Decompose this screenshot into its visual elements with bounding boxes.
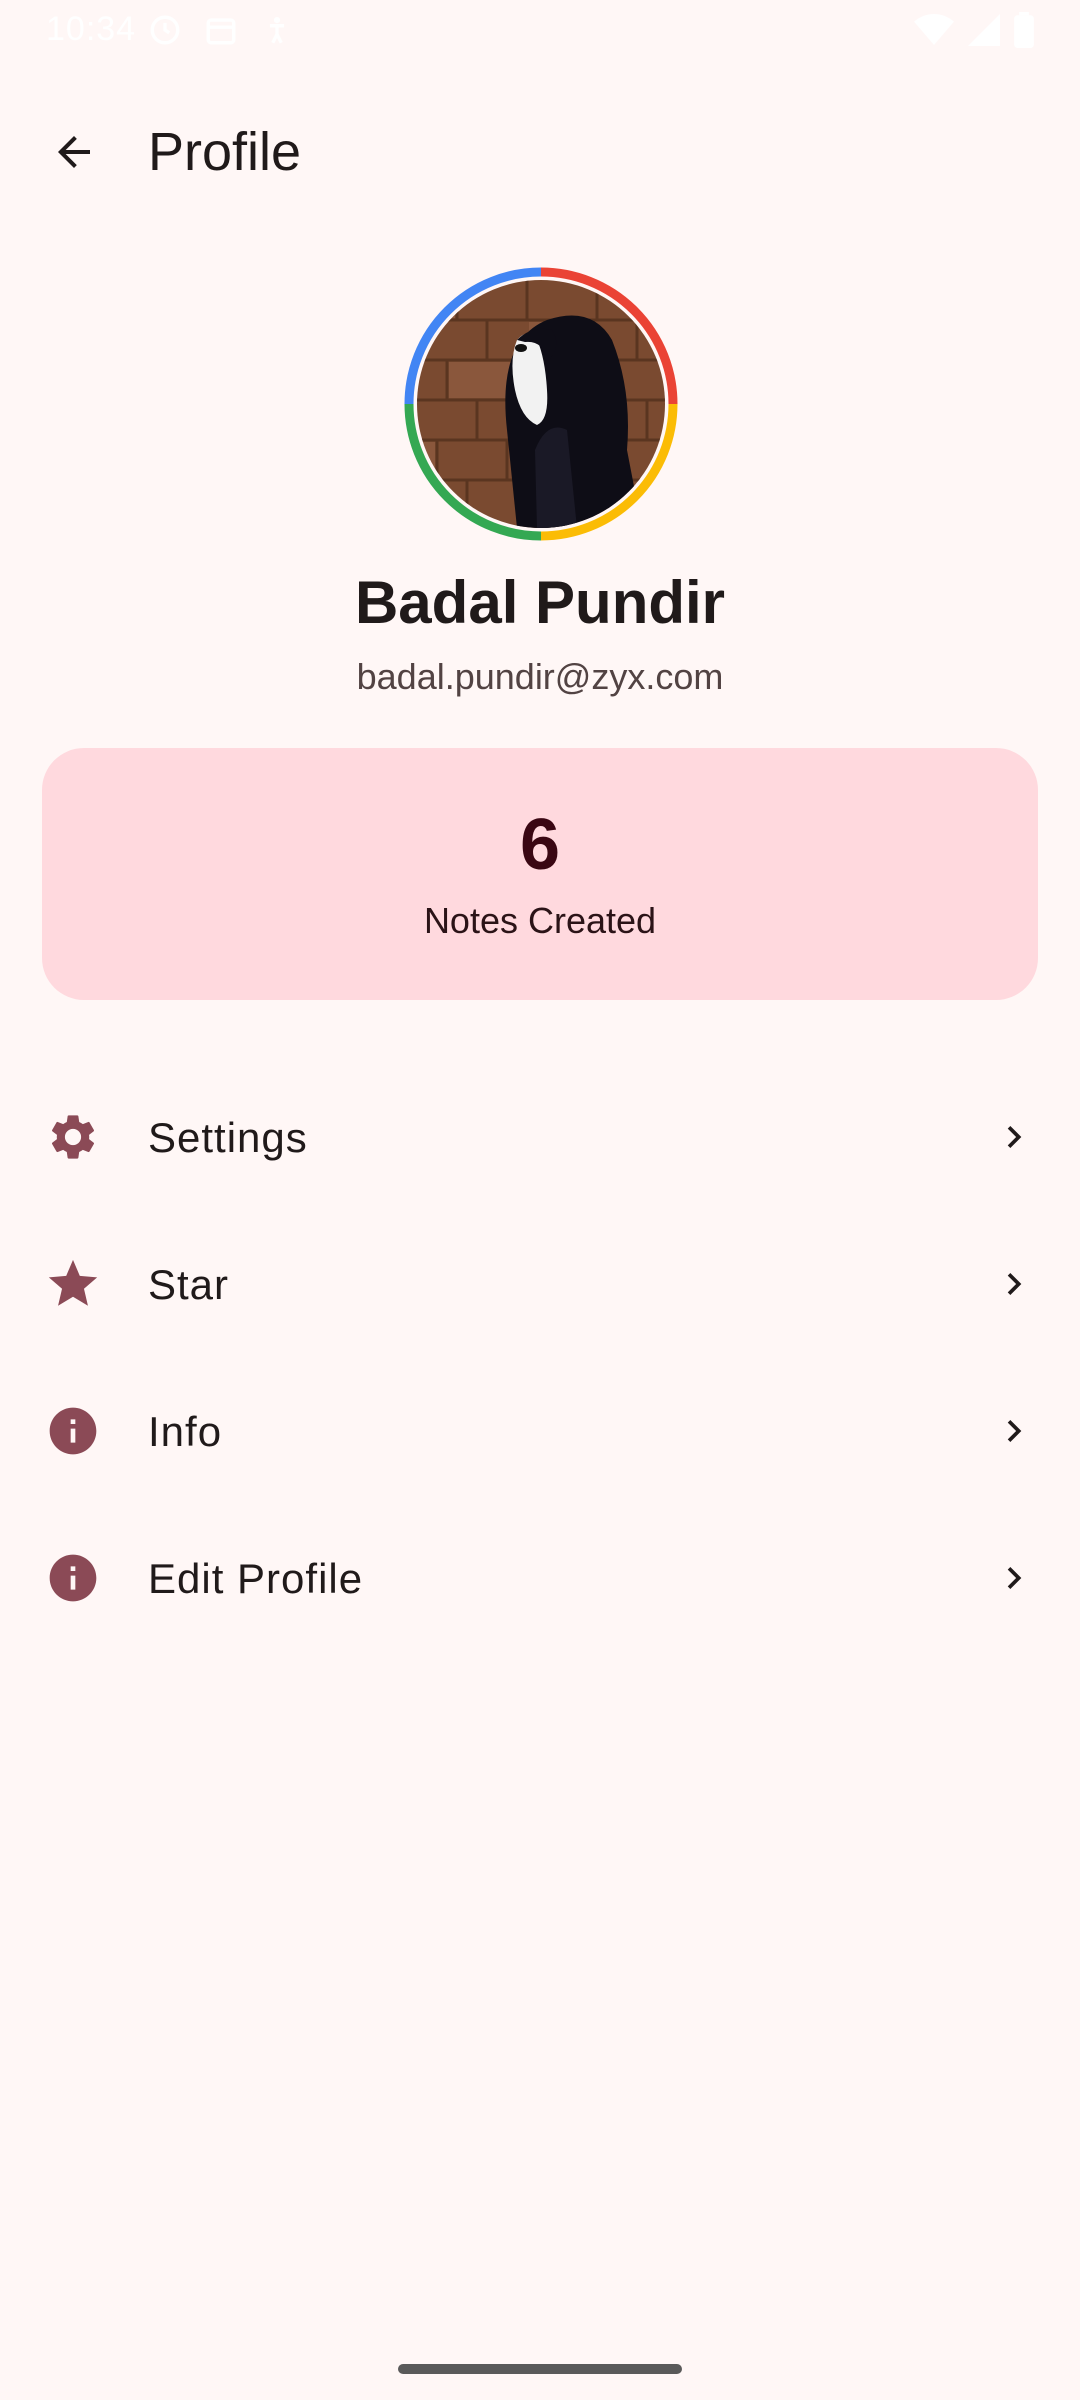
info-icon [44,1405,102,1457]
avatar-image [417,280,665,528]
top-app-bar: Profile [0,86,1080,206]
chevron-right-icon [988,1552,1040,1604]
chevron-right-icon [988,1111,1040,1163]
status-right-icons [914,12,1034,53]
accessibility-icon [260,12,294,53]
gesture-handle[interactable] [398,2364,682,2374]
menu-item-label: Info [148,1408,223,1455]
calendar-icon [204,12,238,53]
status-left-icons [148,12,294,53]
arrow-back-icon [50,128,98,181]
star-icon [44,1258,102,1310]
shield-icon [148,12,182,53]
profile-email: badal.pundir@zyx.com [356,656,724,697]
menu-item-edit-profile[interactable]: Edit Profile [0,1505,1080,1651]
menu-item-info[interactable]: Info [0,1358,1080,1504]
menu-item-star[interactable]: Star [0,1211,1080,1357]
status-bar: 10:34 [0,0,1080,64]
battery-icon [1014,12,1034,53]
page-title: Profile [148,122,302,182]
menu-item-label: Edit Profile [148,1555,364,1602]
wifi-icon [914,13,954,52]
menu-item-label: Star [148,1261,230,1308]
profile-name: Badal Pundir [354,569,726,636]
chevron-right-icon [988,1258,1040,1310]
status-time: 10:34 [46,10,137,48]
notes-count: 6 [519,805,561,885]
notes-count-label: Notes Created [423,900,657,941]
signal-icon [968,13,1000,52]
avatar[interactable] [403,266,679,542]
menu-item-settings[interactable]: Settings [0,1064,1080,1210]
back-button[interactable] [30,110,118,198]
menu-item-label: Settings [148,1114,308,1161]
chevron-right-icon [988,1405,1040,1457]
info-icon [44,1552,102,1604]
notes-stats-card: 6 Notes Created [42,748,1038,1000]
gear-icon [44,1111,102,1163]
